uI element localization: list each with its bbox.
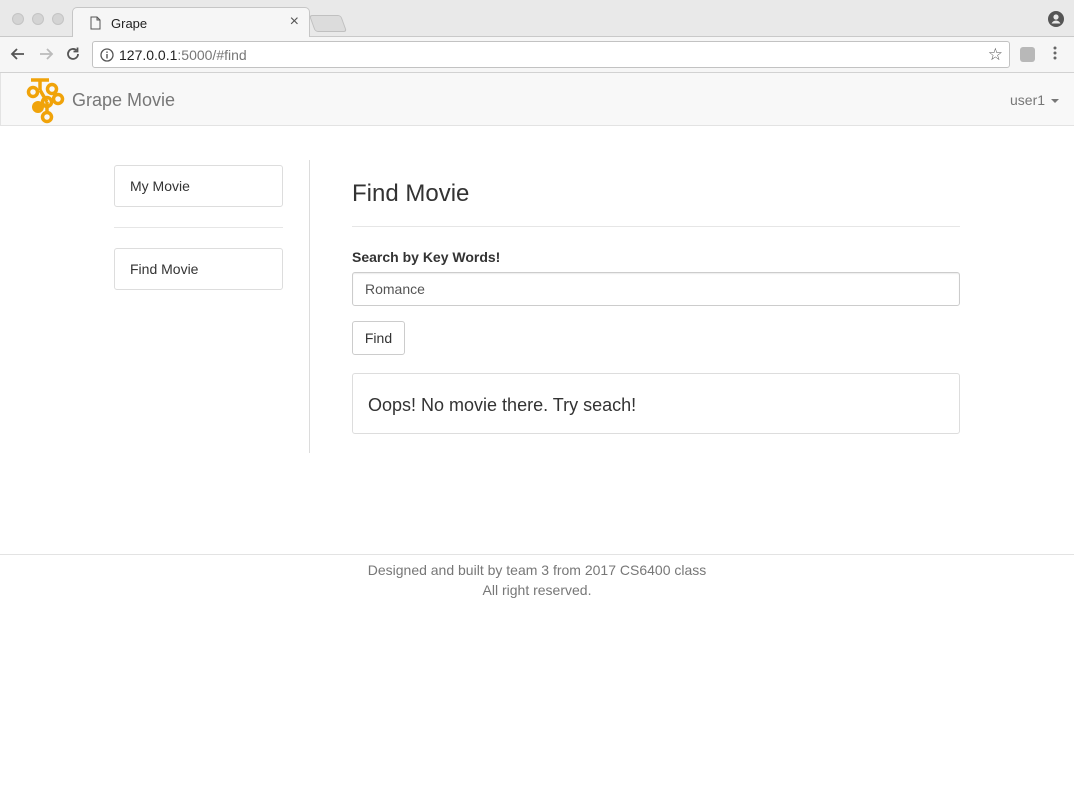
result-panel: Oops! No movie there. Try seach!: [352, 373, 960, 434]
page-title: Find Movie: [352, 180, 470, 207]
sidebar-item-label: My Movie: [130, 178, 190, 194]
tab-title: Grape: [111, 16, 148, 31]
search-input[interactable]: [352, 272, 960, 306]
brand-name[interactable]: Grape Movie: [72, 90, 175, 111]
user-name: user1: [1010, 92, 1046, 108]
url-path: :5000/#find: [177, 47, 247, 63]
caret-down-icon: [1051, 99, 1060, 104]
info-icon[interactable]: [100, 48, 114, 67]
new-tab-button[interactable]: [308, 15, 348, 32]
url-host: 127.0.0.1: [119, 47, 178, 63]
footer-rights: All right reserved.: [482, 582, 592, 598]
footer-credits: Designed and built by team 3 from 2017 C…: [367, 562, 707, 578]
sidebar-item-my-movie[interactable]: My Movie: [114, 165, 283, 207]
close-icon[interactable]: ×: [290, 13, 299, 31]
user-menu[interactable]: user1: [1010, 92, 1060, 108]
window-minimize-dot[interactable]: [32, 13, 44, 25]
browser-tab-bar: Grape ×: [0, 0, 1074, 38]
footer-divider: [0, 554, 1074, 555]
result-message: Oops! No movie there. Try seach!: [368, 395, 637, 415]
window-zoom-dot[interactable]: [52, 13, 64, 25]
app-navbar: Grape Movie user1: [0, 73, 1074, 126]
window-close-dot[interactable]: [12, 13, 24, 25]
url-text: 127.0.0.1:5000/#find: [119, 47, 247, 63]
arrow-right-icon[interactable]: [37, 45, 55, 68]
find-button[interactable]: Find: [352, 321, 405, 355]
content-divider: [309, 160, 310, 453]
title-divider: [352, 226, 960, 227]
sidebar-item-find-movie[interactable]: Find Movie: [114, 248, 283, 290]
sidebar-divider: [114, 227, 283, 228]
browser-tab[interactable]: Grape ×: [72, 7, 310, 38]
browser-menu-icon[interactable]: [1052, 45, 1058, 61]
reload-icon[interactable]: [64, 45, 82, 68]
search-label: Search by Key Words!: [352, 249, 501, 265]
bookmark-star-icon[interactable]: ☆: [988, 46, 1003, 64]
sidebar-item-label: Find Movie: [130, 261, 199, 277]
arrow-left-icon[interactable]: [9, 45, 27, 68]
page-icon: [90, 16, 101, 35]
extension-icon[interactable]: [1020, 47, 1035, 62]
grape-logo-icon[interactable]: [25, 77, 65, 130]
browser-toolbar: 127.0.0.1:5000/#find ☆: [0, 37, 1074, 73]
address-bar[interactable]: 127.0.0.1:5000/#find ☆: [92, 41, 1010, 68]
profile-icon[interactable]: [1048, 11, 1064, 32]
